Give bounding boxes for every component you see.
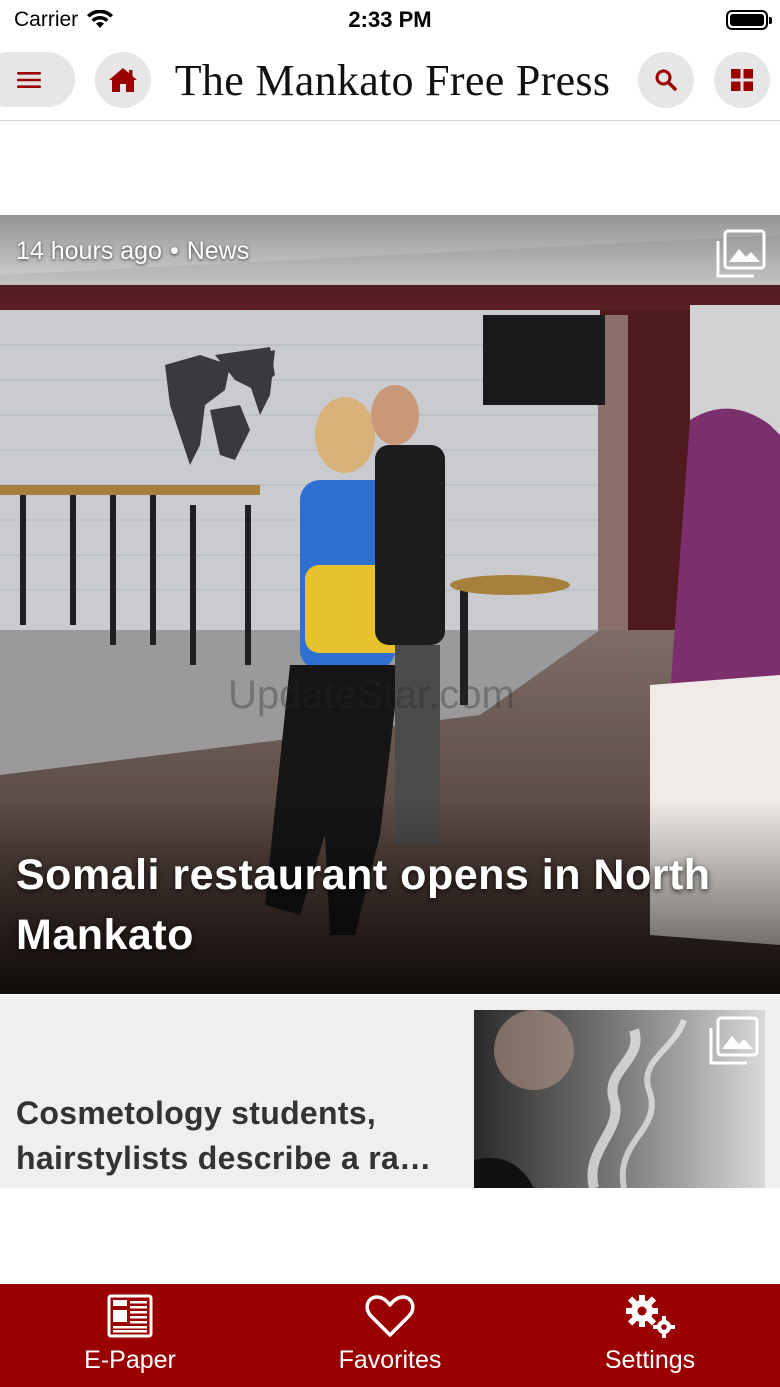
masthead-title: The Mankato Free Press: [174, 56, 611, 105]
grid-icon: [731, 69, 753, 91]
bottom-tab-bar: E-Paper Favorites Settings: [0, 1284, 780, 1387]
menu-button[interactable]: [0, 52, 75, 107]
tab-label: E-Paper: [84, 1346, 176, 1374]
clock: 2:33 PM: [348, 7, 432, 32]
hamburger-menu-icon: [17, 71, 41, 88]
app-header: The Mankato Free Press: [0, 40, 780, 121]
search-icon: [655, 69, 677, 91]
hero-headline[interactable]: Somali restaurant opens in North Mankato: [16, 845, 756, 965]
article-thumbnail: [474, 1010, 765, 1188]
heart-icon: [365, 1295, 415, 1337]
tab-settings[interactable]: Settings: [520, 1284, 780, 1387]
status-bar: Carrier 2:33 PM: [0, 0, 780, 40]
app-screen: Carrier 2:33 PM The Mankato Free Press U…: [0, 0, 780, 1387]
home-button[interactable]: [95, 52, 151, 108]
hero-article[interactable]: UpdateStar.com 14 hours ago • News Somal…: [0, 215, 780, 994]
home-icon: [109, 68, 137, 92]
article-headline[interactable]: Cosmetology students, hairstylists descr…: [16, 1091, 456, 1181]
sections-button[interactable]: [714, 52, 770, 108]
battery-icon: [726, 10, 772, 30]
tab-e-paper[interactable]: E-Paper: [0, 1284, 260, 1387]
photo-gallery-icon: [714, 229, 766, 286]
article-card[interactable]: Cosmetology students, hairstylists descr…: [0, 995, 780, 1188]
meta-separator: •: [169, 237, 179, 265]
search-button[interactable]: [638, 52, 694, 108]
newspaper-icon: [107, 1294, 153, 1338]
watermark-text: UpdateStar.com: [228, 673, 515, 717]
tab-label: Favorites: [338, 1346, 442, 1374]
tab-label: Settings: [604, 1346, 696, 1374]
hero-timestamp: 14 hours ago: [16, 237, 162, 265]
gears-icon: [626, 1295, 675, 1338]
hero-meta: 14 hours ago • News: [16, 237, 249, 266]
photo-gallery-icon: [707, 1016, 759, 1073]
tab-favorites[interactable]: Favorites: [260, 1284, 520, 1387]
hero-category: News: [186, 237, 250, 265]
